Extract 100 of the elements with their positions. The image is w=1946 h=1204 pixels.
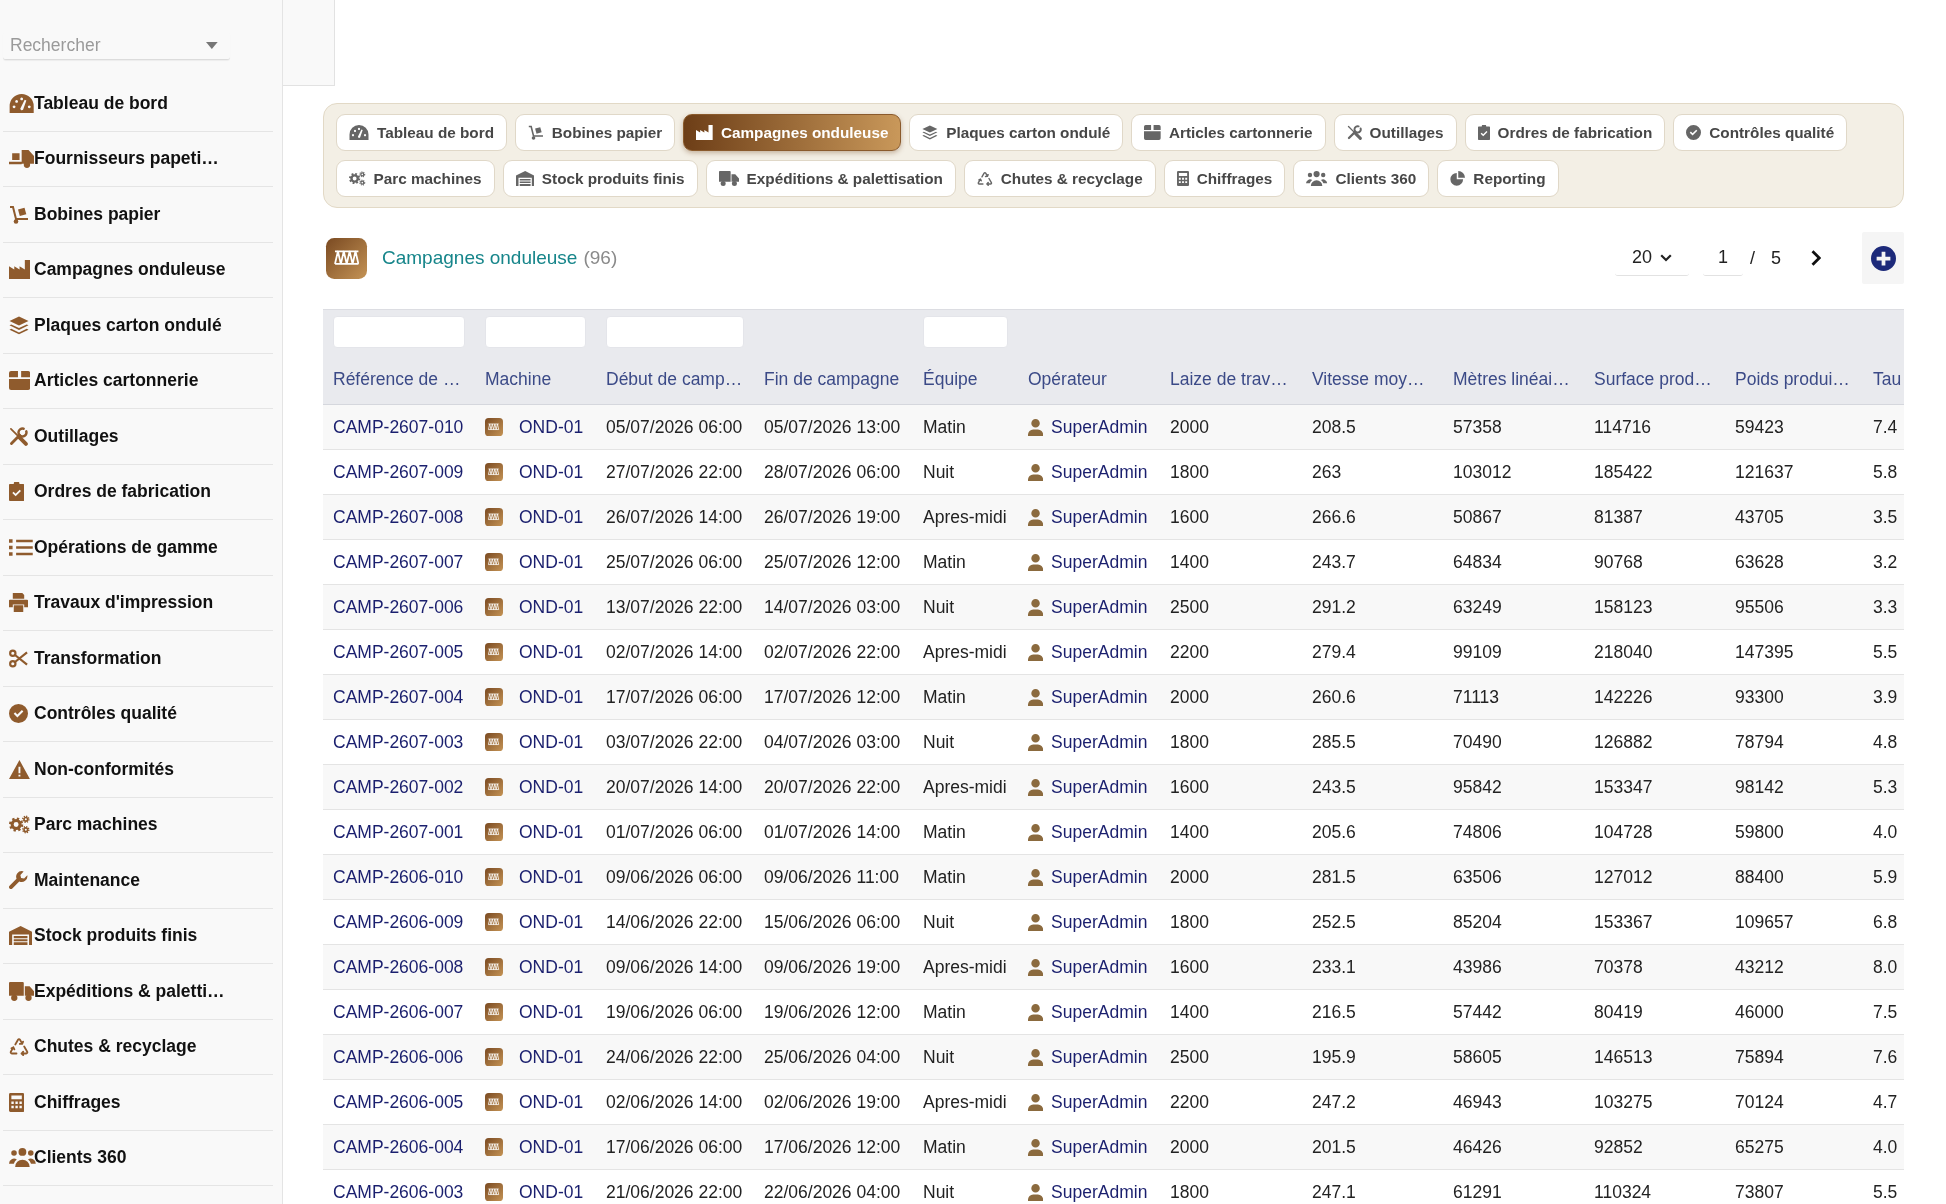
tab[interactable]: Tableau de bord	[336, 114, 507, 151]
tab[interactable]: Ordres de fabrication	[1464, 114, 1666, 151]
search-field[interactable]: Rechercher	[3, 32, 230, 60]
machine-link[interactable]: OND-01	[519, 1001, 584, 1023]
operator-link[interactable]: SuperAdmin	[1051, 461, 1148, 483]
reference-link[interactable]: CAMP-2607-001	[333, 821, 464, 843]
filter-field[interactable]	[333, 316, 465, 348]
sidebar-item[interactable]: Transformation	[3, 631, 273, 687]
machine-link[interactable]: OND-01	[519, 821, 584, 843]
column-header[interactable]: Opérateur	[1028, 368, 1107, 390]
machine-link[interactable]: OND-01	[519, 1091, 584, 1113]
sidebar-item[interactable]: Tableau de bord	[3, 76, 273, 132]
machine-link[interactable]: OND-01	[519, 866, 584, 888]
operator-link[interactable]: SuperAdmin	[1051, 776, 1148, 798]
operator-link[interactable]: SuperAdmin	[1051, 551, 1148, 573]
reference-link[interactable]: CAMP-2607-009	[333, 461, 464, 483]
column-header[interactable]: Vitesse moy…	[1312, 368, 1425, 390]
operator-link[interactable]: SuperAdmin	[1051, 866, 1148, 888]
column-header[interactable]: Surface prod…	[1594, 368, 1712, 390]
reference-link[interactable]: CAMP-2607-006	[333, 596, 464, 618]
sidebar-item[interactable]: Plaques carton ondulé	[3, 298, 273, 354]
column-header[interactable]: Référence de …	[333, 368, 461, 390]
sidebar-item[interactable]: Ordres de fabrication	[3, 464, 273, 520]
sidebar-item[interactable]: Campagnes onduleuse	[3, 242, 273, 298]
machine-link[interactable]: OND-01	[519, 461, 584, 483]
column-header[interactable]: Tau	[1873, 368, 1902, 390]
machine-link[interactable]: OND-01	[519, 416, 584, 438]
column-header[interactable]: Fin de campagne	[764, 368, 900, 390]
tab[interactable]: Clients 360	[1293, 160, 1430, 197]
reference-link[interactable]: CAMP-2607-005	[333, 641, 464, 663]
sidebar-item[interactable]: Stock produits finis	[3, 908, 273, 964]
tab[interactable]: Reporting	[1437, 160, 1559, 197]
column-header[interactable]: Laize de trav…	[1170, 368, 1288, 390]
filter-field[interactable]	[923, 316, 1008, 348]
tab[interactable]: Expéditions & palettisation	[705, 160, 956, 197]
reference-link[interactable]: CAMP-2607-004	[333, 686, 464, 708]
tab[interactable]: Articles cartonnerie	[1131, 114, 1326, 151]
operator-link[interactable]: SuperAdmin	[1051, 1091, 1148, 1113]
machine-link[interactable]: OND-01	[519, 776, 584, 798]
reference-link[interactable]: CAMP-2607-002	[333, 776, 464, 798]
machine-link[interactable]: OND-01	[519, 551, 584, 573]
column-header[interactable]: Machine	[485, 368, 552, 390]
tab[interactable]: Bobines papier	[515, 114, 676, 151]
reference-link[interactable]: CAMP-2606-004	[333, 1136, 464, 1158]
reference-link[interactable]: CAMP-2607-007	[333, 551, 464, 573]
operator-link[interactable]: SuperAdmin	[1051, 686, 1148, 708]
machine-link[interactable]: OND-01	[519, 686, 584, 708]
machine-link[interactable]: OND-01	[519, 641, 584, 663]
sidebar-item[interactable]: Fournisseurs papeti…	[3, 131, 273, 187]
sidebar-item[interactable]: Maintenance	[3, 853, 273, 909]
tab[interactable]: Contrôles qualité	[1673, 114, 1848, 151]
reference-link[interactable]: CAMP-2606-005	[333, 1091, 464, 1113]
sidebar-item[interactable]: Bobines papier	[3, 187, 273, 243]
reference-link[interactable]: CAMP-2606-008	[333, 956, 464, 978]
machine-link[interactable]: OND-01	[519, 1136, 584, 1158]
sidebar-item[interactable]: Non-conformités	[3, 742, 273, 798]
sidebar-item[interactable]: Parc machines	[3, 797, 273, 853]
machine-link[interactable]: OND-01	[519, 911, 584, 933]
reference-link[interactable]: CAMP-2606-009	[333, 911, 464, 933]
machine-link[interactable]: OND-01	[519, 956, 584, 978]
tab[interactable]: Chiffrages	[1163, 160, 1286, 197]
tab[interactable]: Outillages	[1333, 114, 1457, 151]
tab[interactable]: Plaques carton ondulé	[909, 114, 1124, 151]
operator-link[interactable]: SuperAdmin	[1051, 416, 1148, 438]
column-header[interactable]: Mètres linéai…	[1453, 368, 1570, 390]
sidebar-item[interactable]: Clients 360	[3, 1130, 273, 1186]
reference-link[interactable]: CAMP-2606-007	[333, 1001, 464, 1023]
reference-link[interactable]: CAMP-2607-008	[333, 506, 464, 528]
column-header[interactable]: Équipe	[923, 368, 978, 390]
reference-link[interactable]: CAMP-2606-006	[333, 1046, 464, 1068]
machine-link[interactable]: OND-01	[519, 1046, 584, 1068]
add-button[interactable]	[1862, 232, 1904, 284]
sidebar-item[interactable]: Expéditions & paletti…	[3, 964, 273, 1020]
operator-link[interactable]: SuperAdmin	[1051, 821, 1148, 843]
sidebar-item[interactable]: Chiffrages	[3, 1075, 273, 1131]
tab[interactable]: Stock produits finis	[502, 160, 698, 197]
sidebar-item[interactable]: Articles cartonnerie	[3, 353, 273, 409]
sidebar-item[interactable]: Opérations de gamme	[3, 520, 273, 576]
reference-link[interactable]: CAMP-2606-010	[333, 866, 464, 888]
operator-link[interactable]: SuperAdmin	[1051, 1136, 1148, 1158]
sidebar-item[interactable]: Chutes & recyclage	[3, 1019, 273, 1075]
filter-field[interactable]	[606, 316, 744, 348]
sidebar-item[interactable]: Outillages	[3, 409, 273, 465]
column-header[interactable]: Début de camp…	[606, 368, 743, 390]
filter-field[interactable]	[485, 316, 586, 348]
tab[interactable]: Campagnes onduleuse	[683, 114, 902, 151]
reference-link[interactable]: CAMP-2606-003	[333, 1181, 464, 1203]
machine-link[interactable]: OND-01	[519, 506, 584, 528]
reference-link[interactable]: CAMP-2607-010	[333, 416, 464, 438]
sidebar-item[interactable]: Contrôles qualité	[3, 686, 273, 742]
operator-link[interactable]: SuperAdmin	[1051, 1001, 1148, 1023]
sidebar-item[interactable]: Travaux d'impression	[3, 575, 273, 631]
operator-link[interactable]: SuperAdmin	[1051, 1046, 1148, 1068]
operator-link[interactable]: SuperAdmin	[1051, 1181, 1148, 1203]
tab[interactable]: Chutes & recyclage	[963, 160, 1156, 197]
operator-link[interactable]: SuperAdmin	[1051, 911, 1148, 933]
tab[interactable]: Parc machines	[336, 160, 495, 197]
operator-link[interactable]: SuperAdmin	[1051, 641, 1148, 663]
machine-link[interactable]: OND-01	[519, 1181, 584, 1203]
column-header[interactable]: Poids produi…	[1735, 368, 1850, 390]
